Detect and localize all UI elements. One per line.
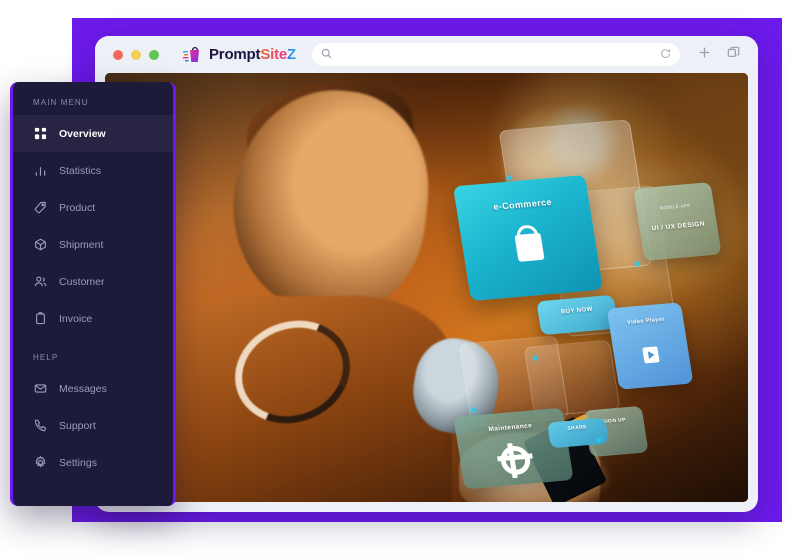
sidebar-item-support[interactable]: Support (13, 407, 173, 444)
mail-icon (33, 382, 47, 396)
gear-icon (33, 456, 47, 470)
hologram-dot-5 (596, 437, 601, 442)
toolbar-actions (698, 46, 740, 64)
gear-icon (498, 444, 532, 476)
search-icon (321, 46, 332, 64)
logo-text: PromptSiteZ (209, 46, 296, 63)
hologram-dot-4 (471, 407, 476, 412)
users-icon (33, 275, 47, 289)
uiux-card-label: UI / UX DESIGN (650, 220, 706, 232)
sidebar-item-settings[interactable]: Settings (13, 444, 173, 481)
clipboard-icon (33, 312, 47, 326)
site-logo[interactable]: PromptSiteZ (183, 44, 296, 65)
hologram-card-maintenance: Maintenance (453, 407, 574, 490)
sidebar-item-label-statistics: Statistics (59, 164, 102, 177)
hologram-card-uiux: MOBILE APP UI / UX DESIGN (633, 181, 722, 261)
sidebar-item-label-shipment: Shipment (59, 238, 104, 251)
sidebar-item-shipment[interactable]: Shipment (13, 226, 173, 263)
logo-text-part3: Z (287, 46, 296, 63)
window-controls[interactable] (113, 49, 159, 60)
maximize-button[interactable] (149, 49, 159, 60)
sidebar-item-messages[interactable]: Messages (13, 370, 173, 407)
package-icon (33, 238, 47, 252)
uiux-card-sub: MOBILE APP (659, 202, 691, 210)
sidebar-item-product[interactable]: Product (13, 189, 173, 226)
tag-icon (33, 201, 47, 215)
sidebar-item-label-support: Support (59, 419, 96, 432)
sidebar-item-label-messages: Messages (59, 382, 107, 395)
phone-icon (33, 419, 47, 433)
hologram-card-video-player: Video Player (606, 301, 694, 389)
sidebar-section-help: HELP Messages Support Settings (13, 337, 173, 481)
hologram-card-ecommerce: e-Commerce (452, 175, 603, 302)
close-button[interactable] (113, 49, 123, 60)
sidebar-item-customer[interactable]: Customer (13, 263, 173, 300)
sidebar-item-overview[interactable]: Overview (13, 115, 173, 152)
play-icon (642, 346, 661, 364)
copy-tabs-icon[interactable] (727, 46, 740, 64)
browser-titlebar: PromptSiteZ (95, 36, 758, 73)
screenshot-root: PromptSiteZ e-Commerce MOBILE APP UI / U… (0, 0, 800, 558)
sidebar-section-title-help: HELP (33, 353, 59, 362)
sidebar-section-title-main: MAIN MENU (33, 98, 89, 107)
sidebar-item-label-product: Product (59, 201, 96, 214)
logo-text-part2: Site (260, 46, 288, 63)
grid-icon (33, 127, 47, 141)
video-player-label: Video Player (626, 316, 666, 326)
shopping-bag-logo-icon (183, 44, 204, 65)
reload-icon[interactable] (660, 46, 671, 64)
buy-now-label: BUY NOW (560, 306, 594, 316)
bar-chart-icon (33, 164, 47, 178)
minimize-button[interactable] (131, 49, 141, 60)
browser-window: PromptSiteZ e-Commerce MOBILE APP UI / U… (95, 36, 758, 512)
hero-image-viewport: e-Commerce MOBILE APP UI / UX DESIGN BUY… (105, 73, 748, 502)
sidebar-item-statistics[interactable]: Statistics (13, 152, 173, 189)
ecommerce-card-label: e-Commerce (492, 196, 553, 212)
hologram-sheet-4 (523, 339, 621, 418)
sidebar: MAIN MENU Overview Statistics Product Sh… (10, 82, 176, 506)
logo-text-part1: Prompt (209, 46, 261, 63)
hologram-dot-1 (506, 175, 511, 180)
sidebar-item-label-customer: Customer (59, 275, 105, 288)
search-input[interactable] (338, 48, 654, 61)
sidebar-section-main: MAIN MENU Overview Statistics Product Sh… (13, 82, 173, 337)
sidebar-item-invoice[interactable]: Invoice (13, 300, 173, 337)
address-bar[interactable] (312, 43, 680, 66)
sidebar-item-label-overview: Overview (59, 127, 106, 140)
sidebar-item-label-settings: Settings (59, 456, 97, 469)
shopping-bag-icon (514, 232, 545, 262)
share-label: SHARE (566, 424, 587, 432)
plus-icon[interactable] (698, 46, 711, 64)
hologram-dot-3 (532, 356, 537, 361)
sidebar-item-label-invoice: Invoice (59, 312, 93, 325)
